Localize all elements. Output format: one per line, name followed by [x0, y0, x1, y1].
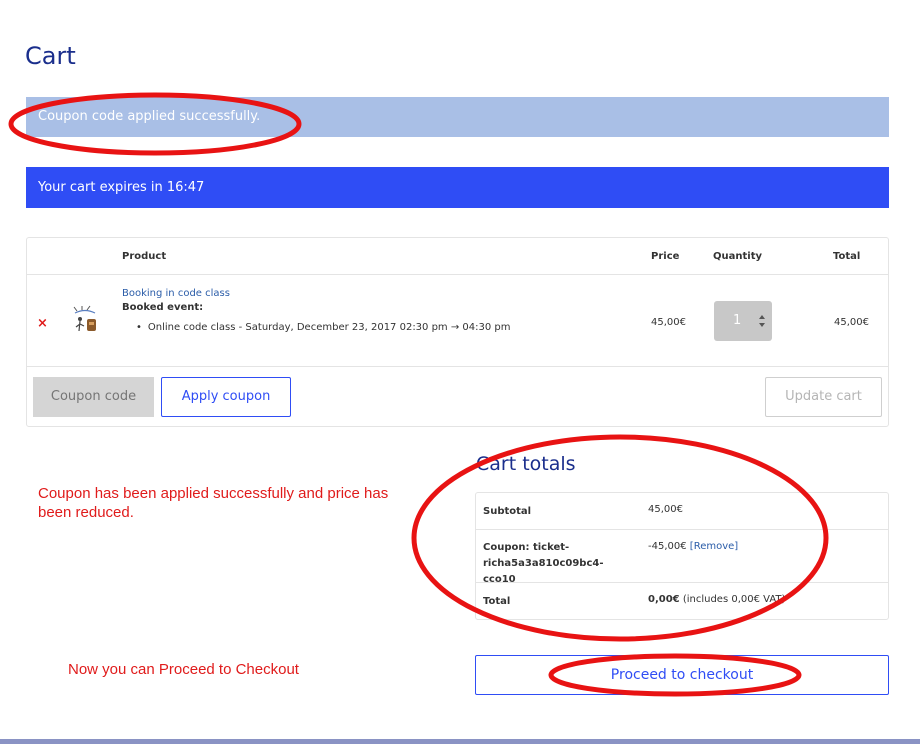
cart-expiry-notice: Your cart expires in 16:47: [26, 167, 889, 208]
annotation-coupon-note: Coupon has been applied successfully and…: [38, 485, 389, 521]
total-label: Total: [483, 596, 511, 607]
product-name-link[interactable]: Booking in code class: [122, 288, 230, 299]
subtotal-row: Subtotal 45,00€: [476, 493, 888, 530]
product-thumbnail[interactable]: [71, 305, 99, 335]
total-row: Total 0,00€ (includes 0,00€ VAT): [476, 583, 888, 620]
quantity-value: 1: [733, 313, 742, 328]
header-quantity: Quantity: [713, 251, 762, 262]
cart-table: Product Price Quantity Total × Booking i…: [26, 237, 889, 427]
page-title: Cart: [25, 42, 76, 70]
subtotal-value: 45,00€: [648, 504, 683, 515]
coupon-value: -45,00€ [Remove]: [648, 541, 738, 552]
header-total: Total: [833, 251, 861, 262]
item-price: 45,00€: [651, 317, 686, 328]
coupon-code-input[interactable]: [33, 377, 154, 417]
header-price: Price: [651, 251, 680, 262]
total-value-wrap: 0,00€ (includes 0,00€ VAT): [648, 594, 785, 605]
annotation-proceed-note: Now you can Proceed to Checkout: [68, 661, 299, 678]
remove-item-icon[interactable]: ×: [37, 316, 48, 331]
proceed-to-checkout-button[interactable]: Proceed to checkout: [475, 655, 889, 695]
coupon-label: Coupon: ticket-richa5a3a810c09bc4-cco10: [483, 542, 604, 585]
cart-item-row: × Booking in code class Booked event: On…: [27, 275, 888, 367]
coupon-row: Coupon: ticket-richa5a3a810c09bc4-cco10 …: [476, 530, 888, 585]
quantity-stepper[interactable]: 1: [714, 301, 772, 341]
cart-totals-title: Cart totals: [476, 453, 576, 475]
coupon-success-notice: Coupon code applied successfully.: [26, 97, 889, 137]
coupon-discount: -45,00€: [648, 541, 687, 552]
cart-table-header: Product Price Quantity Total: [27, 238, 888, 275]
total-value: 0,00€: [648, 594, 680, 605]
subtotal-label: Subtotal: [483, 506, 532, 517]
header-product: Product: [122, 251, 167, 262]
booked-event-detail: Online code class - Saturday, December 2…: [136, 322, 511, 333]
update-cart-button[interactable]: Update cart: [765, 377, 882, 417]
item-total: 45,00€: [834, 317, 869, 328]
spinner-arrows-icon[interactable]: [758, 314, 766, 328]
bottom-divider: [0, 739, 920, 744]
apply-coupon-button[interactable]: Apply coupon: [161, 377, 291, 417]
remove-coupon-link[interactable]: [Remove]: [690, 541, 738, 552]
cart-totals-table: Subtotal 45,00€ Coupon: ticket-richa5a3a…: [475, 492, 889, 620]
booked-event-label: Booked event:: [122, 302, 204, 313]
total-vat-note: (includes 0,00€ VAT): [679, 594, 786, 605]
